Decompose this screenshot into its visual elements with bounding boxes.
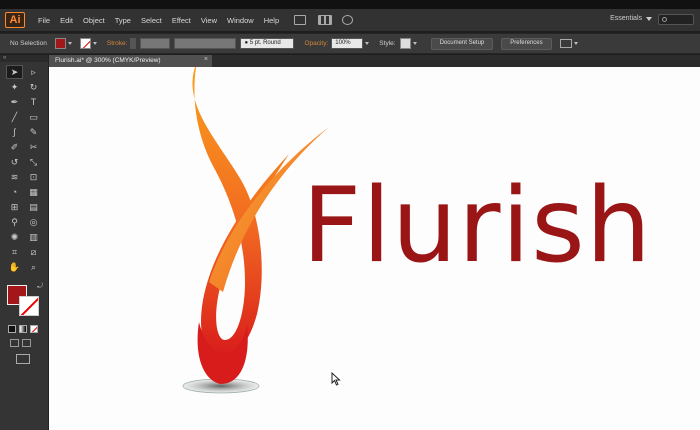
rectangle-tool-icon[interactable]: ▭ bbox=[25, 110, 42, 124]
free-transform-tool-icon[interactable]: ⊡ bbox=[25, 170, 42, 184]
perspective-grid-tool-icon[interactable]: ▦ bbox=[25, 185, 42, 199]
control-bar: No Selection Stroke: ● 5 pt. Round Opaci… bbox=[0, 33, 700, 54]
chevron-down-icon[interactable] bbox=[92, 42, 97, 45]
pencil-tool-icon[interactable]: ✎ bbox=[25, 125, 42, 139]
menu-file[interactable]: File bbox=[33, 16, 55, 25]
none-mode-icon[interactable] bbox=[30, 325, 38, 333]
shape-builder-tool-icon[interactable]: ◔ bbox=[6, 185, 23, 199]
draw-inside-icon[interactable] bbox=[22, 339, 31, 347]
menu-window[interactable]: Window bbox=[222, 16, 259, 25]
rotate-tool-icon[interactable]: ↺ bbox=[6, 155, 23, 169]
brush-definition[interactable]: ● 5 pt. Round bbox=[240, 38, 295, 49]
menu-type[interactable]: Type bbox=[110, 16, 136, 25]
mesh-tool-icon[interactable]: ⊞ bbox=[6, 200, 23, 214]
menu-bar: Ai File Edit Object Type Select Effect V… bbox=[0, 9, 700, 31]
search-icon bbox=[662, 17, 667, 22]
lasso-tool-icon[interactable]: ↻ bbox=[25, 80, 42, 94]
stroke-weight-stepper[interactable] bbox=[130, 38, 137, 49]
flame-loop-shape bbox=[192, 67, 289, 358]
style-label: Style: bbox=[379, 40, 396, 47]
gradient-mode-icon[interactable] bbox=[19, 325, 27, 333]
eyedropper-tool-icon[interactable]: ⚲ bbox=[6, 215, 23, 229]
pen-tool-icon[interactable]: ✒ bbox=[6, 95, 23, 109]
opacity-label[interactable]: Opacity: bbox=[304, 40, 328, 47]
selection-status: No Selection bbox=[10, 40, 47, 47]
workspace-label: Essentials bbox=[610, 15, 642, 22]
fill-swatch[interactable] bbox=[54, 38, 66, 49]
chevron-right-icon[interactable] bbox=[365, 42, 370, 45]
blob-brush-tool-icon[interactable]: ✐ bbox=[6, 140, 23, 154]
tools-grid: ➤ ▹ ✦ ↻ ✒ T ╱ ▭ ∫ ✎ ✐ ✂ ↺ ⤡ ≋ ⊡ ◔ ▦ ⊞ ▤ … bbox=[0, 62, 48, 277]
slice-tool-icon[interactable]: ⧄ bbox=[25, 245, 42, 259]
stroke-color-box[interactable] bbox=[19, 296, 39, 316]
panel-collapse-icon[interactable]: « bbox=[0, 55, 48, 62]
help-search-input[interactable] bbox=[658, 14, 694, 25]
warp-tool-icon[interactable]: ≋ bbox=[6, 170, 23, 184]
screen-mode-icon[interactable] bbox=[16, 354, 30, 364]
opacity-field[interactable]: 100% bbox=[331, 38, 364, 49]
symbol-sprayer-tool-icon[interactable]: ✺ bbox=[6, 230, 23, 244]
color-mode-icon[interactable] bbox=[8, 325, 16, 333]
bridge-icon[interactable] bbox=[294, 15, 307, 25]
menu-select[interactable]: Select bbox=[136, 16, 167, 25]
chevron-down-icon[interactable] bbox=[412, 42, 417, 45]
scale-tool-icon[interactable]: ⤡ bbox=[25, 155, 42, 169]
color-mode-row bbox=[8, 325, 48, 333]
tools-panel: « ➤ ▹ ✦ ↻ ✒ T ╱ ▭ ∫ ✎ ✐ ✂ ↺ ⤡ ≋ ⊡ ◔ ▦ ⊞ … bbox=[0, 55, 49, 430]
document-setup-button[interactable]: Document Setup bbox=[430, 37, 494, 50]
paintbrush-tool-icon[interactable]: ∫ bbox=[6, 125, 23, 139]
app-logo: Ai bbox=[5, 12, 25, 28]
draw-normal-icon[interactable] bbox=[10, 339, 19, 347]
graphic-style-swatch[interactable] bbox=[399, 38, 411, 49]
direct-selection-tool-icon[interactable]: ▹ bbox=[25, 65, 42, 79]
arrange-icon[interactable] bbox=[559, 39, 572, 48]
selection-tool-icon[interactable]: ➤ bbox=[6, 65, 23, 79]
document-tab[interactable]: Flurish.ai* @ 300% (CMYK/Preview) × bbox=[49, 55, 212, 67]
zoom-tool-icon[interactable]: ⌕ bbox=[25, 260, 42, 274]
variable-width-profile[interactable] bbox=[174, 38, 237, 49]
window-top-strip bbox=[0, 0, 700, 9]
brush-name: 5 pt. Round bbox=[249, 40, 281, 46]
chevron-down-icon[interactable] bbox=[67, 42, 72, 45]
chevron-down-icon bbox=[646, 16, 652, 21]
menu-view[interactable]: View bbox=[196, 16, 222, 25]
menu-effect[interactable]: Effect bbox=[167, 16, 196, 25]
gpu-performance-icon[interactable] bbox=[342, 15, 354, 25]
stroke-weight-field[interactable] bbox=[140, 38, 171, 49]
document-tab-title: Flurish.ai* @ 300% (CMYK/Preview) bbox=[55, 57, 161, 64]
swap-arrows-icon[interactable]: ⤾ bbox=[37, 283, 43, 291]
chevron-down-icon[interactable] bbox=[573, 42, 578, 45]
draw-mode-row bbox=[10, 339, 48, 347]
artboard-canvas[interactable]: Flurish bbox=[49, 67, 700, 430]
blend-tool-icon[interactable]: ◎ bbox=[25, 215, 42, 229]
column-graph-tool-icon[interactable]: ▥ bbox=[25, 230, 42, 244]
stroke-label[interactable]: Stroke: bbox=[107, 40, 128, 47]
arrange-documents-icon[interactable] bbox=[318, 15, 333, 25]
preferences-button[interactable]: Preferences bbox=[501, 37, 552, 50]
menu-edit[interactable]: Edit bbox=[55, 16, 78, 25]
logo-wordmark[interactable]: Flurish bbox=[302, 175, 652, 278]
fill-stroke-control: ⤾ bbox=[5, 283, 45, 319]
stroke-swatch[interactable] bbox=[79, 38, 91, 49]
eraser-tool-icon[interactable]: ✂ bbox=[25, 140, 42, 154]
type-tool-icon[interactable]: T bbox=[25, 95, 42, 109]
menu-help[interactable]: Help bbox=[259, 16, 284, 25]
workspace-switcher[interactable]: Essentials bbox=[610, 15, 652, 22]
gradient-tool-icon[interactable]: ▤ bbox=[25, 200, 42, 214]
mouse-cursor-icon bbox=[331, 372, 341, 386]
line-segment-tool-icon[interactable]: ╱ bbox=[6, 110, 23, 124]
hand-tool-icon[interactable]: ✋ bbox=[6, 260, 23, 274]
artboard-tool-icon[interactable]: ⌗ bbox=[6, 245, 23, 259]
document-tab-bar: Flurish.ai* @ 300% (CMYK/Preview) × bbox=[49, 55, 700, 67]
menu-object[interactable]: Object bbox=[78, 16, 110, 25]
close-icon[interactable]: × bbox=[204, 56, 208, 63]
magic-wand-tool-icon[interactable]: ✦ bbox=[6, 80, 23, 94]
